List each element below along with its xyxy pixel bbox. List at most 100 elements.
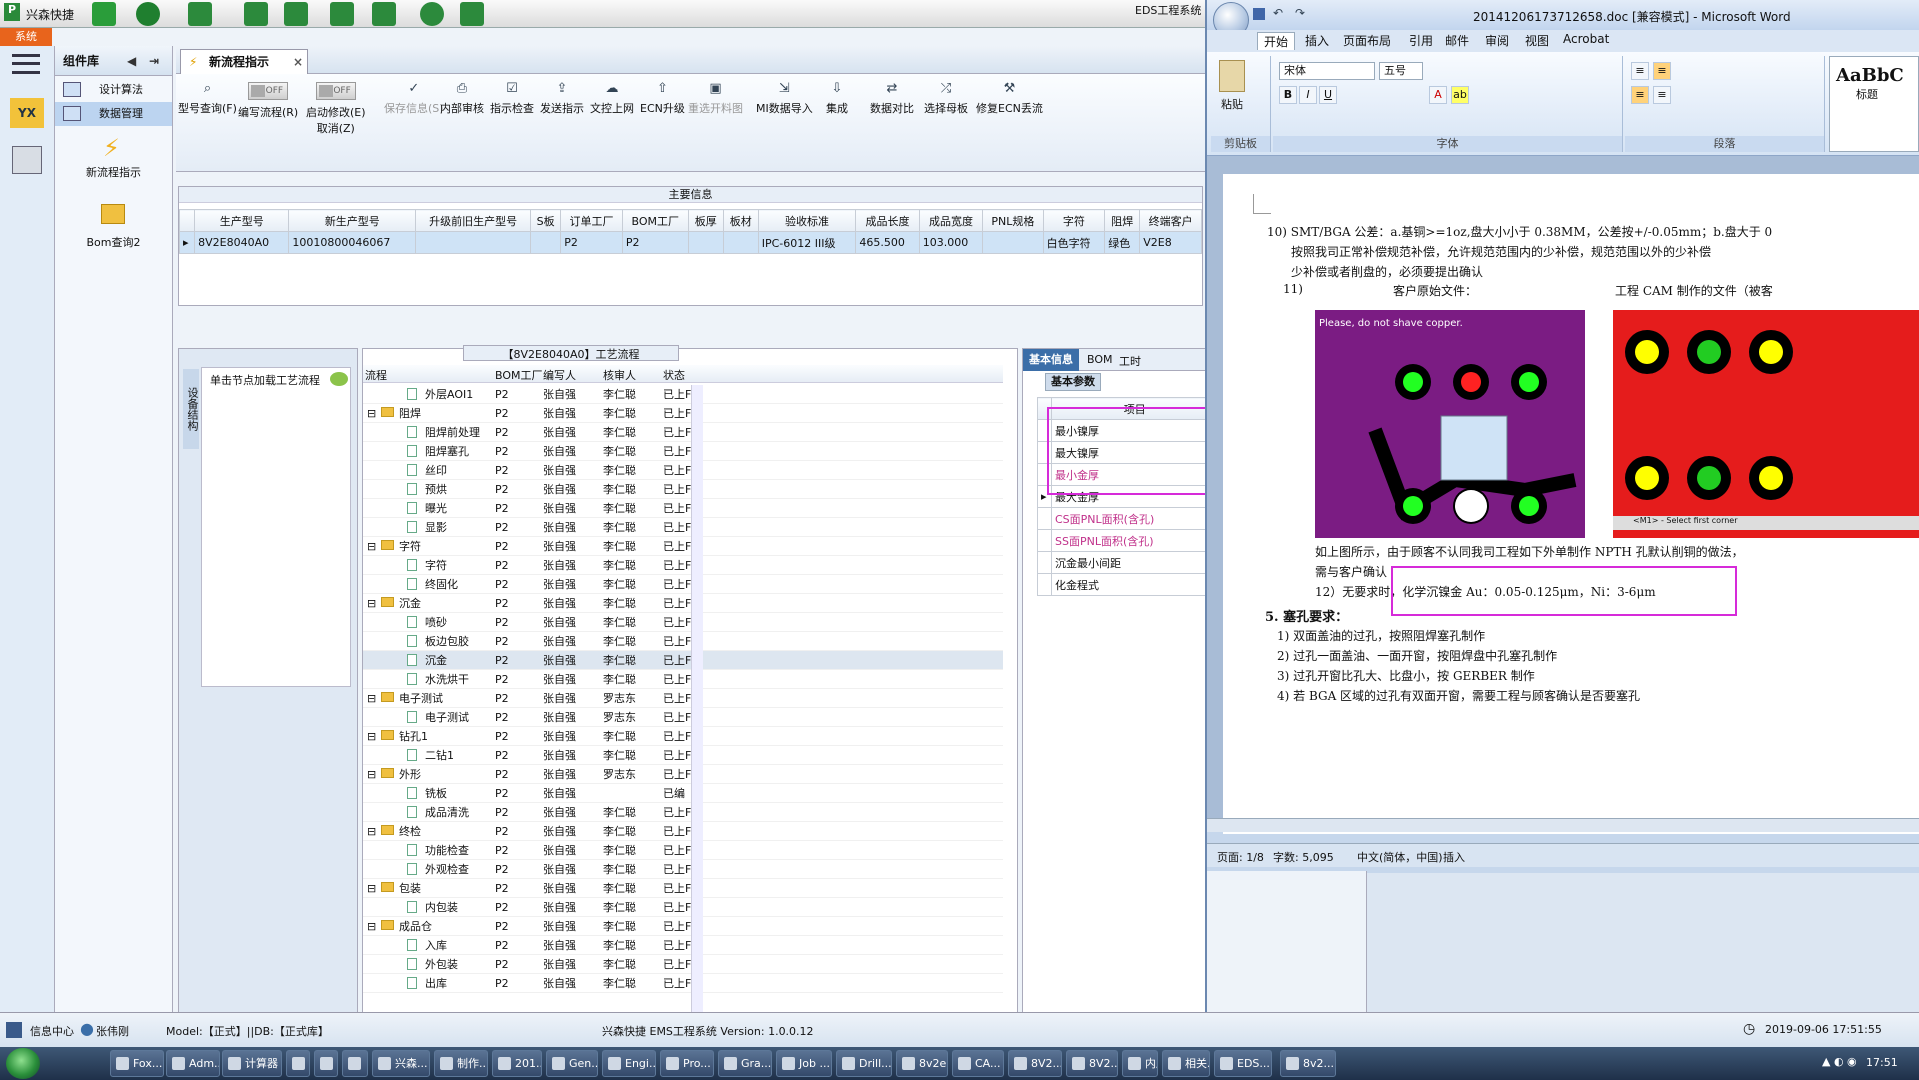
col-bom-factory[interactable]: BOM工厂 (495, 367, 543, 383)
expand-icon[interactable]: ⊟ (367, 537, 376, 556)
main-col-header[interactable]: 订单工厂 (560, 209, 623, 232)
taskbar-item[interactable]: 8v2e... (896, 1050, 948, 1077)
process-row[interactable]: 二钻1 P2 张自强 李仁聪 已上F (363, 746, 1003, 765)
process-row[interactable]: 丝印 P2 张自强 李仁聪 已上F (363, 461, 1003, 480)
param-row[interactable]: SS面PNL面积(含孔)10.83inch2 (1037, 529, 1205, 552)
main-col-header[interactable]: 板材 (722, 209, 759, 232)
bold-button[interactable]: B (1279, 86, 1297, 104)
process-row[interactable]: 成品清洗 P2 张自强 李仁聪 已上F (363, 803, 1003, 822)
taskbar-item[interactable]: 兴森... (372, 1050, 430, 1077)
taskbar-item[interactable]: Engi... (602, 1050, 656, 1077)
main-cell[interactable] (982, 231, 1044, 254)
vertical-scrollbar[interactable] (691, 385, 703, 1045)
process-row[interactable]: 内包装 P2 张自强 李仁聪 已上F (363, 898, 1003, 917)
ribbon-tab[interactable]: 视图 (1525, 32, 1549, 49)
taskbar-item[interactable]: 201... (492, 1050, 542, 1077)
main-cell[interactable]: 绿色 (1104, 231, 1141, 254)
scissors-toolbar-icon[interactable] (244, 2, 268, 26)
numbering-button[interactable]: ≡ (1653, 62, 1671, 80)
bullets-button[interactable]: ≡ (1631, 62, 1649, 80)
process-row[interactable]: 显影 P2 张自强 李仁聪 已上F (363, 518, 1003, 537)
param-row[interactable]: 沉金最小间距3.50mil (1037, 551, 1205, 574)
italic-button[interactable]: I (1299, 86, 1317, 104)
pin-icon[interactable]: ⇥ (149, 46, 159, 76)
taskbar-item[interactable]: Gra... (718, 1050, 772, 1077)
toolbar-button-2[interactable]: OFF 启动修改(E) 取消(Z) (306, 82, 366, 136)
main-cell[interactable] (722, 231, 759, 254)
component-item-design[interactable]: 设计算法 (55, 78, 172, 102)
taskbar-clock[interactable]: 17:51 (1866, 1056, 1898, 1069)
process-row[interactable]: ⊟ 包装 P2 张自强 李仁聪 已上F (363, 879, 1003, 898)
word-hscroll[interactable] (1207, 818, 1919, 832)
yx-app-icon[interactable]: YX (10, 98, 44, 128)
process-row[interactable]: ⊟ 钻孔1 P2 张自强 李仁聪 已上F (363, 727, 1003, 746)
tab-bom[interactable]: BOM (1087, 353, 1113, 366)
toolbar-button-11[interactable]: ⇩ 集成 (826, 82, 848, 116)
main-col-header[interactable]: 成品宽度 (918, 209, 984, 232)
taskbar-item[interactable]: Drill... (836, 1050, 892, 1077)
settings-app-icon[interactable] (12, 146, 42, 174)
tab-new-process[interactable]: ⚡ 新流程指示 × (180, 49, 308, 74)
col-writer[interactable]: 编写人 (543, 367, 576, 383)
toolbar-button-9[interactable]: ▣ 重选开料图 (688, 82, 743, 116)
process-row[interactable]: 阻焊前处理 P2 张自强 李仁聪 已上F (363, 423, 1003, 442)
taskbar-item[interactable]: 制作... (434, 1050, 488, 1077)
taskbar-item[interactable]: CA... (952, 1050, 1004, 1077)
main-cell[interactable]: P2 (560, 231, 623, 254)
styles-gallery[interactable]: AaBbC 标题 (1829, 56, 1919, 152)
language[interactable]: 中文(简体，中国) (1357, 849, 1443, 865)
main-cell[interactable]: 8V2E8040A0 (194, 231, 290, 254)
main-cell[interactable] (415, 231, 532, 254)
collapse-icon[interactable]: ◀ (127, 46, 136, 76)
component-item-data[interactable]: 数据管理 (55, 102, 172, 126)
search-toolbar-icon[interactable] (92, 2, 116, 26)
main-col-header[interactable]: 验收标准 (757, 209, 857, 232)
ribbon-tab[interactable]: 引用 (1409, 32, 1433, 49)
main-col-header[interactable]: 字符 (1042, 209, 1106, 232)
redo-icon[interactable]: ↷ (1295, 6, 1305, 20)
toolbar-button-1[interactable]: OFF 编写流程(R) (238, 82, 298, 120)
font-size-select[interactable]: 五号 (1379, 62, 1423, 80)
copy-toolbar-icon[interactable] (330, 2, 354, 26)
main-cell[interactable]: IPC-6012 III级 (757, 231, 857, 254)
process-row[interactable]: 曝光 P2 张自强 李仁聪 已上F (363, 499, 1003, 518)
toolbar-button-10[interactable]: ⇲ MI数据导入 (756, 82, 813, 116)
toggle-switch[interactable]: OFF (315, 82, 356, 100)
taskbar-item[interactable]: Fox... (110, 1050, 164, 1077)
ribbon-tab[interactable]: 邮件 (1445, 32, 1469, 49)
expand-icon[interactable]: ⊟ (367, 765, 376, 784)
toolbar-button-7[interactable]: ☁ 文控上网 (590, 82, 634, 116)
font-name-select[interactable]: 宋体 (1279, 62, 1375, 80)
align-left-button[interactable]: ≡ (1631, 86, 1649, 104)
expand-icon[interactable]: ⊟ (367, 917, 376, 936)
main-cell[interactable]: 白色字符 (1042, 231, 1106, 254)
align-center-button[interactable]: ≡ (1653, 86, 1671, 104)
expand-icon[interactable]: ⊟ (367, 727, 376, 746)
taskbar-item[interactable]: Gen... (546, 1050, 598, 1077)
bom-query-item[interactable]: Bom查询2 (55, 196, 172, 266)
taskbar-item[interactable]: Adm... (166, 1050, 220, 1077)
col-reviewer[interactable]: 核审人 (603, 367, 636, 383)
main-cell[interactable]: P2 (621, 231, 689, 254)
paste-icon[interactable] (1219, 60, 1245, 92)
table-toolbar-icon[interactable] (372, 2, 396, 26)
process-row[interactable]: ⊟ 电子测试 P2 张自强 罗志东 已上F (363, 689, 1003, 708)
process-row[interactable]: 字符 P2 张自强 李仁聪 已上F (363, 556, 1003, 575)
process-row[interactable]: 铣板 P2 张自强 已编 (363, 784, 1003, 803)
main-col-header[interactable]: 新生产型号 (288, 209, 417, 232)
undo-icon[interactable]: ↶ (1273, 6, 1283, 20)
taskbar-item[interactable]: EDS... (1214, 1050, 1272, 1077)
tab-hours[interactable]: 工时 (1119, 353, 1141, 369)
main-cell[interactable] (687, 231, 724, 254)
expand-icon[interactable]: ⊟ (367, 822, 376, 841)
menu-icon[interactable] (12, 54, 40, 74)
main-col-header[interactable]: 阻焊 (1104, 209, 1141, 232)
system-button[interactable]: 系统 (0, 28, 52, 46)
main-col-header[interactable]: S板 (530, 209, 562, 232)
process-row[interactable]: 预烘 P2 张自强 李仁聪 已上F (363, 480, 1003, 499)
col-process[interactable]: 流程 (365, 367, 387, 383)
info-center[interactable]: 信息中心 (30, 1023, 74, 1039)
toolbar-sublabel[interactable]: 取消(Z) (306, 120, 366, 136)
main-col-header[interactable]: 成品长度 (855, 209, 920, 232)
toolbar-button-8[interactable]: ⇧ ECN升级 (640, 82, 685, 116)
